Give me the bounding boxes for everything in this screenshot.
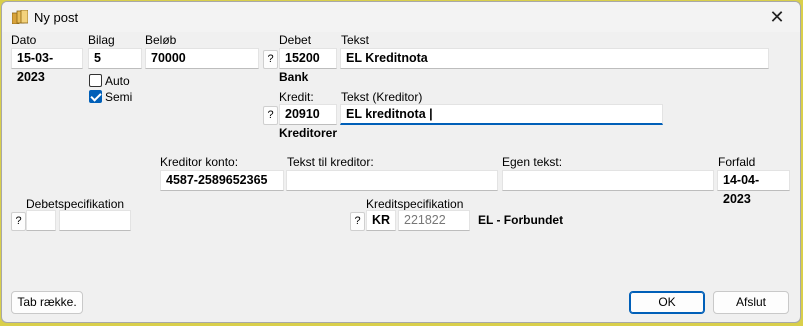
tekst-label: Tekst	[341, 33, 370, 47]
window-title: Ny post	[34, 10, 79, 25]
kreditspec-name: EL - Forbundet	[478, 213, 564, 227]
kredit-lookup-button[interactable]: ?	[263, 106, 278, 125]
dato-label: Dato	[11, 33, 37, 47]
egen-tekst-input[interactable]	[502, 170, 714, 191]
kreditspec-value-input[interactable]: 221822	[398, 210, 470, 231]
tekst-til-kreditor-input[interactable]	[286, 170, 498, 191]
semi-checkbox[interactable]	[89, 90, 102, 103]
tab-raekke-button[interactable]: Tab række.	[11, 291, 83, 314]
kreditspec-code-input[interactable]: KR	[366, 210, 396, 231]
afslut-button[interactable]: Afslut	[713, 291, 789, 314]
title-bar: Ny post ✕	[2, 2, 800, 32]
debet-lookup-button[interactable]: ?	[263, 50, 278, 69]
kredit-konto-input[interactable]: 20910	[279, 104, 337, 125]
auto-label: Auto	[105, 74, 130, 88]
dato-input[interactable]: 15-03-2023	[11, 48, 83, 84]
ok-button[interactable]: OK	[629, 291, 705, 314]
auto-checkbox[interactable]	[89, 74, 102, 87]
tekst-kreditor-input[interactable]: EL kreditnota |	[340, 104, 663, 125]
forfald-label: Forfald	[718, 155, 756, 169]
debet-label: Debet	[279, 33, 312, 47]
beloeb-label: Beløb	[145, 33, 177, 47]
egen-tekst-label: Egen tekst:	[502, 155, 563, 169]
bilag-label: Bilag	[88, 33, 115, 47]
kreditor-konto-input[interactable]: 4587-2589652365	[160, 170, 284, 191]
ny-post-dialog: Ny post ✕ Dato Bilag Beløb Debet Tekst 1…	[1, 1, 801, 323]
tekst-til-kreditor-label: Tekst til kreditor:	[287, 155, 374, 169]
kreditspec-lookup-button[interactable]: ?	[350, 212, 365, 231]
kredit-label: Kredit:	[279, 90, 314, 104]
forfald-input[interactable]: 14-04-2023	[717, 170, 790, 206]
tekst-input[interactable]: EL Kreditnota	[340, 48, 769, 69]
bilag-input[interactable]: 5	[88, 48, 142, 69]
debetspec-lookup-button[interactable]: ?	[11, 212, 26, 231]
debetspec-code-input[interactable]	[26, 210, 56, 231]
debetspecifikation-label: Debetspecifikation	[26, 197, 125, 211]
kreditor-konto-label: Kreditor konto:	[160, 155, 239, 169]
semi-label: Semi	[105, 90, 133, 104]
tekst-kreditor-label: Tekst (Kreditor)	[341, 90, 423, 104]
kreditspecifikation-label: Kreditspecifikation	[366, 197, 464, 211]
beloeb-input[interactable]: 70000	[145, 48, 259, 69]
kredit-account-name: Kreditorer	[279, 126, 338, 140]
debet-account-name: Bank	[279, 70, 309, 84]
ledger-icon	[12, 10, 28, 24]
debetspec-value-input[interactable]	[59, 210, 131, 231]
debet-konto-input[interactable]: 15200	[279, 48, 337, 69]
close-icon[interactable]: ✕	[754, 2, 800, 32]
